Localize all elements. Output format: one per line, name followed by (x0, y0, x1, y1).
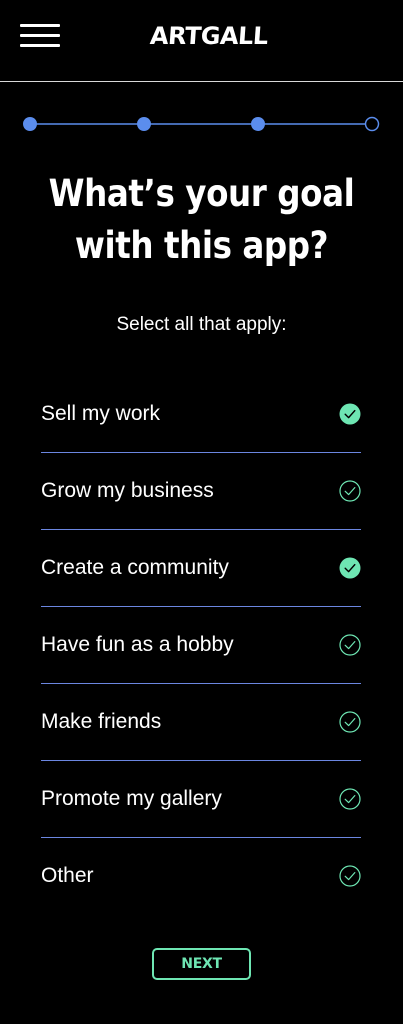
check-circle-outline-icon (339, 480, 361, 502)
option-label: Promote my gallery (41, 787, 222, 810)
option-label: Other (41, 864, 94, 887)
check-circle-filled-icon (339, 557, 361, 579)
check-circle-filled-icon (339, 403, 361, 425)
progress-step-4 (364, 116, 380, 132)
page-title: What’s your goal with this app? (42, 168, 361, 272)
option-label: Sell my work (41, 402, 161, 425)
check-circle-outline-icon (339, 634, 361, 656)
goal-options-list: Sell my work Grow my business Create a c… (41, 376, 361, 915)
hamburger-menu-icon[interactable] (20, 24, 60, 48)
instruction-text: Select all that apply: (116, 314, 287, 335)
progress-step-2 (137, 117, 151, 131)
option-label: Make friends (41, 710, 162, 733)
progress-step-1 (23, 117, 37, 131)
option-make-friends[interactable]: Make friends (41, 684, 361, 761)
app-header: ARTGALL (0, 0, 403, 82)
progress-stepper (23, 116, 380, 132)
option-grow-my-business[interactable]: Grow my business (41, 453, 361, 530)
app-logo: ARTGALL (149, 22, 269, 50)
option-label: Create a community (41, 556, 229, 579)
check-circle-outline-icon (339, 788, 361, 810)
option-promote-my-gallery[interactable]: Promote my gallery (41, 761, 361, 838)
option-label: Have fun as a hobby (41, 633, 234, 656)
option-label: Grow my business (41, 479, 214, 502)
next-button[interactable]: NEXT (152, 948, 251, 980)
page-title-line-2: with this app? (74, 224, 329, 267)
check-circle-outline-icon (339, 711, 361, 733)
option-other[interactable]: Other (41, 838, 361, 915)
check-circle-outline-icon (339, 865, 361, 887)
option-sell-my-work[interactable]: Sell my work (41, 376, 361, 453)
progress-step-3 (251, 117, 265, 131)
option-have-fun-as-a-hobby[interactable]: Have fun as a hobby (41, 607, 361, 684)
page-title-line-1: What’s your goal (48, 172, 355, 215)
option-create-a-community[interactable]: Create a community (41, 530, 361, 607)
